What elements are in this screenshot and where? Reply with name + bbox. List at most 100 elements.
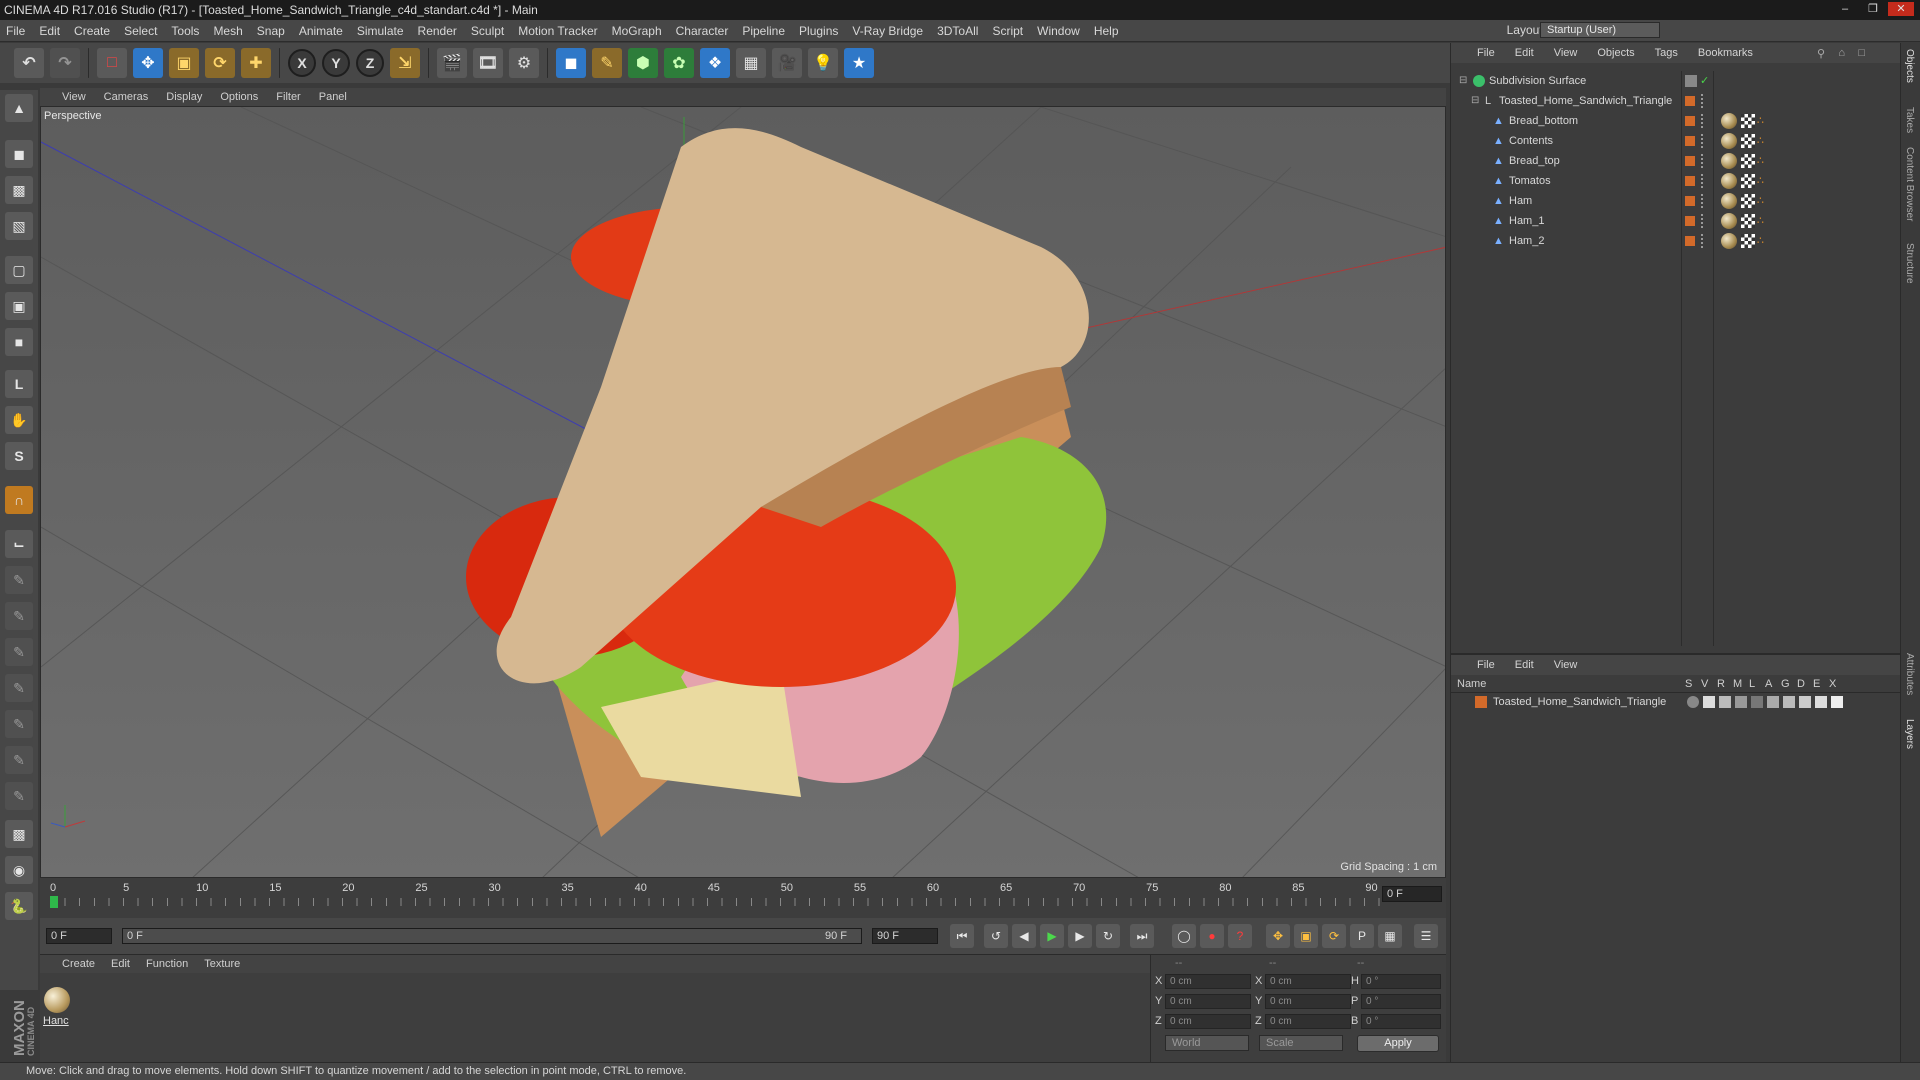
menu-window[interactable]: Window bbox=[1037, 24, 1080, 38]
axis-mode-icon[interactable]: L bbox=[5, 370, 33, 398]
visibility-dots-icon[interactable] bbox=[1701, 194, 1705, 208]
visibility-dots-icon[interactable] bbox=[1701, 94, 1705, 108]
layer-color-swatch[interactable] bbox=[1475, 696, 1487, 708]
object-row-tomatos[interactable]: ▲ Tomatos ∴ bbox=[1451, 171, 1901, 191]
selection-tag-icon[interactable]: ∴ bbox=[1757, 194, 1771, 208]
object-name[interactable]: Ham_2 bbox=[1509, 231, 1544, 251]
visibility-dots-icon[interactable] bbox=[1701, 154, 1705, 168]
transform-tool-icon[interactable]: ✚ bbox=[241, 48, 271, 78]
close-icon[interactable]: ✕ bbox=[1888, 2, 1914, 16]
side-tab-structure[interactable]: Structure bbox=[1904, 243, 1915, 284]
object-name[interactable]: Tomatos bbox=[1509, 171, 1551, 191]
uvw-tag-icon[interactable] bbox=[1741, 114, 1755, 128]
animation-toggle-icon[interactable] bbox=[1767, 696, 1779, 708]
model-mode-icon[interactable]: ◼ bbox=[5, 140, 33, 168]
layer-menu-edit[interactable]: Edit bbox=[1515, 659, 1534, 671]
layer-color-swatch[interactable] bbox=[1685, 236, 1695, 246]
material-tag-icon[interactable] bbox=[1721, 113, 1737, 129]
visibility-dots-icon[interactable] bbox=[1701, 134, 1705, 148]
home-icon[interactable]: ⌂ bbox=[1838, 47, 1845, 59]
make-editable-icon[interactable]: ▲ bbox=[5, 94, 33, 122]
record-icon[interactable]: ● bbox=[1200, 924, 1224, 948]
object-row-bread-bottom[interactable]: ▲ Bread_bottom ∴ bbox=[1451, 111, 1901, 131]
timeline-ruler[interactable]: 0 5 10 15 20 25 30 35 40 45 50 55 60 65 70 75 80 85 90 bbox=[50, 882, 1380, 908]
menu-mesh[interactable]: Mesh bbox=[213, 24, 242, 38]
undo-icon[interactable]: ↶ bbox=[14, 48, 44, 78]
menu-3dtoall[interactable]: 3DToAll bbox=[937, 24, 978, 38]
render-settings-icon[interactable]: ⚙ bbox=[509, 48, 539, 78]
new-window-icon[interactable]: □ bbox=[1858, 47, 1865, 59]
menu-select[interactable]: Select bbox=[124, 24, 157, 38]
generators-toggle-icon[interactable] bbox=[1783, 696, 1795, 708]
uvw-tag-icon[interactable] bbox=[1741, 194, 1755, 208]
3d-viewport[interactable]: Perspective Grid Spacing : 1 cm bbox=[40, 106, 1446, 878]
timeline[interactable]: 0 5 10 15 20 25 30 35 40 45 50 55 60 65 70 75 80 85 90 0 F bbox=[40, 878, 1446, 918]
selection-tag-icon[interactable]: ∴ bbox=[1757, 134, 1771, 148]
side-tab-layers[interactable]: Layers bbox=[1904, 719, 1915, 749]
object-row-ham-2[interactable]: ▲ Ham_2 ∴ bbox=[1451, 231, 1901, 251]
workplane-icon[interactable]: ⌙ bbox=[5, 530, 33, 558]
sandwich-model[interactable] bbox=[466, 128, 1107, 837]
material-menu-texture[interactable]: Texture bbox=[204, 958, 240, 970]
object-row-ham[interactable]: ▲ Ham ∴ bbox=[1451, 191, 1901, 211]
visibility-dots-icon[interactable] bbox=[1701, 114, 1705, 128]
material-tag-icon[interactable] bbox=[1721, 133, 1737, 149]
polygons-mode-icon[interactable]: ■ bbox=[5, 328, 33, 356]
menu-render[interactable]: Render bbox=[418, 24, 457, 38]
minimize-icon[interactable]: – bbox=[1832, 2, 1858, 16]
live-selection-icon[interactable]: □ bbox=[97, 48, 127, 78]
menu-create[interactable]: Create bbox=[74, 24, 110, 38]
menu-plugins[interactable]: Plugins bbox=[799, 24, 838, 38]
layer-name[interactable]: Toasted_Home_Sandwich_Triangle bbox=[1493, 693, 1666, 711]
menu-character[interactable]: Character bbox=[676, 24, 729, 38]
rotation-p-field[interactable]: 0 ° bbox=[1361, 994, 1441, 1009]
object-menu-tags[interactable]: Tags bbox=[1655, 47, 1678, 59]
render-view-icon[interactable]: 🎬 bbox=[437, 48, 467, 78]
mograph-cloner-icon[interactable]: ✿ bbox=[664, 48, 694, 78]
solo-toggle-icon[interactable] bbox=[1687, 696, 1699, 708]
object-menu-edit[interactable]: Edit bbox=[1515, 47, 1534, 59]
material-tag-icon[interactable] bbox=[1721, 193, 1737, 209]
layer-color-swatch[interactable] bbox=[1685, 176, 1695, 186]
z-axis-lock-button[interactable]: Z bbox=[356, 49, 384, 77]
side-tab-takes[interactable]: Takes bbox=[1904, 107, 1915, 133]
side-tab-attributes[interactable]: Attributes bbox=[1904, 653, 1915, 695]
edges-mode-icon[interactable]: ▣ bbox=[5, 292, 33, 320]
side-tab-content-browser[interactable]: Content Browser bbox=[1904, 147, 1915, 221]
object-name[interactable]: Subdivision Surface bbox=[1489, 71, 1586, 91]
viewport-menu-display[interactable]: Display bbox=[166, 91, 202, 103]
viewport-menu-filter[interactable]: Filter bbox=[276, 91, 300, 103]
layer-menu-file[interactable]: File bbox=[1477, 659, 1495, 671]
selection-tag-icon[interactable]: ∴ bbox=[1757, 234, 1771, 248]
menu-simulate[interactable]: Simulate bbox=[357, 24, 404, 38]
material-tag-icon[interactable] bbox=[1721, 173, 1737, 189]
material-menu-edit[interactable]: Edit bbox=[111, 958, 130, 970]
texture-lock-icon[interactable]: ▩ bbox=[5, 820, 33, 848]
tweak-mode-icon[interactable]: ✋ bbox=[5, 406, 33, 434]
object-name[interactable]: Ham_1 bbox=[1509, 211, 1544, 231]
snapping-icon[interactable]: S bbox=[5, 442, 33, 470]
start-frame-field[interactable]: 0 F bbox=[46, 928, 112, 944]
position-z-field[interactable]: 0 cm bbox=[1165, 1014, 1251, 1029]
subdivision-surface-icon[interactable]: ⬢ bbox=[628, 48, 658, 78]
position-x-field[interactable]: 0 cm bbox=[1165, 974, 1251, 989]
collapse-icon[interactable]: ⊟ bbox=[1471, 95, 1483, 107]
layer-color-swatch[interactable] bbox=[1685, 196, 1695, 206]
y-axis-lock-button[interactable]: Y bbox=[322, 49, 350, 77]
current-frame-field[interactable]: 0 F bbox=[1382, 886, 1442, 902]
key-position-icon[interactable]: ✥ bbox=[1266, 924, 1290, 948]
deformer-icon[interactable]: ❖ bbox=[700, 48, 730, 78]
prev-frame-icon[interactable]: ◀ bbox=[1012, 924, 1036, 948]
viewport-menu-cameras[interactable]: Cameras bbox=[104, 91, 149, 103]
floor-icon[interactable]: ▦ bbox=[736, 48, 766, 78]
render-toggle-icon[interactable] bbox=[1719, 696, 1731, 708]
python-icon[interactable]: ★ bbox=[844, 48, 874, 78]
sculpt-inflate-icon[interactable]: ✎ bbox=[5, 710, 33, 738]
object-name[interactable]: Contents bbox=[1509, 131, 1553, 151]
view-toggle-icon[interactable] bbox=[1703, 696, 1715, 708]
layer-color-swatch[interactable] bbox=[1685, 116, 1695, 126]
layer-color-swatch[interactable] bbox=[1685, 216, 1695, 226]
object-menu-file[interactable]: File bbox=[1477, 47, 1495, 59]
viewport-menu-view[interactable]: View bbox=[62, 91, 86, 103]
goto-start-icon[interactable]: ⏮ bbox=[950, 924, 974, 948]
